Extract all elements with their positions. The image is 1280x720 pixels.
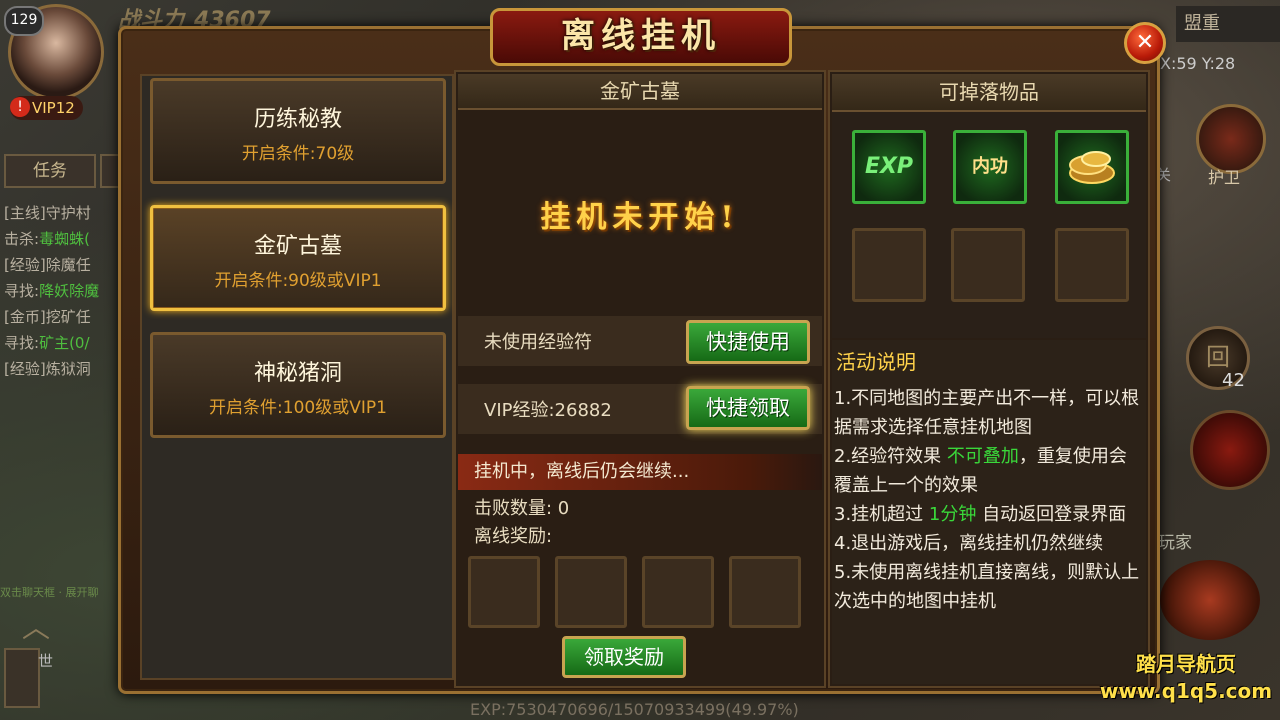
- guard-label: 护卫: [1208, 168, 1241, 187]
- reward-slot[interactable]: [642, 556, 714, 628]
- description-line: 2.经验符效果 不可叠加，重复使用会覆盖上一个的效果: [834, 442, 1140, 500]
- quest-tag: 寻找:: [4, 282, 40, 300]
- quest-line[interactable]: [经验]除魔任: [4, 252, 122, 278]
- description-line: 3.挂机超过 1分钟 自动返回登录界面: [834, 500, 1140, 529]
- description-text: 5.未使用离线挂机直接离线，则默认上次选中的地图中挂机: [834, 562, 1140, 612]
- drop-slot-empty: [951, 228, 1025, 302]
- quest-line[interactable]: [主线]守护村: [4, 200, 122, 226]
- quest-tag: [主线]: [4, 204, 46, 222]
- player-label: 玩家: [1158, 533, 1192, 553]
- kill-count: 击败数量: 0: [474, 498, 570, 519]
- map-name: 神秘猪洞: [253, 361, 342, 386]
- quick-use-button[interactable]: 快捷使用: [686, 320, 810, 364]
- close-x-icon: ✕: [1135, 30, 1155, 55]
- map-unlock-condition: 开启条件:100级或VIP1: [209, 398, 387, 418]
- offline-reward-label: 离线奖励:: [474, 526, 553, 547]
- description-text: 自动返回登录界面: [976, 504, 1127, 525]
- description-highlight: 1分钟: [928, 504, 977, 525]
- alliance-label: 盟重: [1176, 6, 1280, 42]
- description-line: 1.不同地图的主要产出不一样，可以根据需求选择任意挂机地图: [834, 384, 1140, 442]
- quest-tag: [金币]: [4, 308, 46, 326]
- quest-text: 矿主(0/: [39, 334, 90, 352]
- player-level-badge: 129: [4, 6, 44, 36]
- alert-icon: !: [10, 97, 30, 117]
- window-title: 离线挂机: [490, 8, 792, 66]
- exp-charm-label: 未使用经验符: [484, 332, 592, 353]
- attack-orb-icon[interactable]: [1160, 560, 1260, 640]
- skill-orb-icon[interactable]: [1190, 410, 1270, 490]
- drop-slot-empty: [1055, 228, 1129, 302]
- quest-text: 毒蜘蛛(: [39, 230, 90, 248]
- drop-slot-empty: [852, 228, 926, 302]
- chat-hint: 双击聊天框 · 展开聊: [0, 586, 99, 599]
- quest-text: 降妖除魔: [39, 282, 100, 300]
- afk-status-bar: 挂机中，离线后仍会继续...: [458, 454, 822, 490]
- inner-power-icon[interactable]: 内功: [953, 130, 1027, 204]
- exp-bar-text: EXP:7530470696/15070933499(49.97%): [470, 700, 799, 719]
- map-unlock-condition: 开启条件:70级: [241, 144, 355, 164]
- quest-line[interactable]: [经验]炼狱洞: [4, 356, 122, 382]
- description-text: 4.退出游戏后，离线挂机仍然继续: [834, 533, 1104, 554]
- quest-text: 炼狱洞: [45, 360, 91, 378]
- microphone-button[interactable]: [4, 648, 40, 708]
- quick-claim-button[interactable]: 快捷领取: [686, 386, 810, 430]
- claim-reward-button[interactable]: 领取奖励: [562, 636, 686, 678]
- activity-description-title: 活动说明: [836, 350, 916, 374]
- description-highlight: 不可叠加: [946, 446, 1019, 467]
- map-option[interactable]: 金矿古墓开启条件:90级或VIP1: [150, 205, 446, 311]
- quest-line[interactable]: 寻找:矿主(0/: [4, 330, 122, 356]
- quest-tag: 寻找:: [4, 334, 40, 352]
- quest-tag: [经验]: [4, 256, 46, 274]
- quest-line[interactable]: 击杀:毒蜘蛛(: [4, 226, 122, 252]
- quest-tag: [经验]: [4, 360, 46, 378]
- watermark: 踏月导航页 www.q1q5.com: [1096, 648, 1276, 703]
- drops-header: 可掉落物品: [832, 74, 1146, 112]
- quest-text: 挖矿任: [45, 308, 91, 326]
- reward-slot[interactable]: [729, 556, 801, 628]
- quest-text: 守护村: [45, 204, 91, 222]
- activity-description-text: 1.不同地图的主要产出不一样，可以根据需求选择任意挂机地图 2.经验符效果 不可叠…: [834, 384, 1140, 616]
- quest-tag: 击杀:: [4, 230, 40, 248]
- map-option[interactable]: 神秘猪洞开启条件:100级或VIP1: [150, 332, 446, 438]
- afk-not-started-text: 挂机未开始!: [540, 200, 740, 235]
- exp-icon[interactable]: EXP: [852, 130, 926, 204]
- watermark-url: www.q1q5.com: [1099, 679, 1273, 703]
- expand-up-icon[interactable]: ︿: [6, 606, 66, 644]
- world-chat-label: 世: [38, 652, 54, 670]
- map-name: 历练秘教: [253, 107, 342, 132]
- description-text: 1.不同地图的主要产出不一样，可以根据需求选择任意挂机地图: [834, 388, 1140, 438]
- map-unlock-condition: 开启条件:90级或VIP1: [214, 271, 382, 291]
- map-coordinates: X:59 Y:28: [1160, 54, 1236, 73]
- description-text: 3.挂机超过: [834, 504, 929, 525]
- selected-map-header: 金矿古墓: [458, 74, 822, 110]
- close-button[interactable]: ✕: [1124, 22, 1166, 64]
- vip-label: VIP12: [32, 99, 75, 117]
- count-label: 42: [1222, 370, 1245, 391]
- gold-coins-icon[interactable]: [1055, 130, 1129, 204]
- watermark-name: 踏月导航页: [1136, 652, 1236, 676]
- quest-text: 除魔任: [45, 256, 91, 274]
- map-option[interactable]: 历练秘教开启条件:70级: [150, 78, 446, 184]
- description-line: 5.未使用离线挂机直接离线，则默认上次选中的地图中挂机: [834, 558, 1140, 616]
- description-text: 2.经验符效果: [834, 446, 947, 467]
- map-name: 金矿古墓: [253, 234, 342, 259]
- vip-badge[interactable]: ! VIP12: [10, 96, 83, 120]
- reward-slot[interactable]: [468, 556, 540, 628]
- vip-exp-label: VIP经验:26882: [484, 400, 612, 421]
- quest-line[interactable]: 寻找:降妖除魔: [4, 278, 122, 304]
- quest-line[interactable]: [金币]挖矿任: [4, 304, 122, 330]
- reward-slot[interactable]: [555, 556, 627, 628]
- task-tab[interactable]: 任务: [4, 154, 96, 188]
- description-line: 4.退出游戏后，离线挂机仍然继续: [834, 529, 1140, 558]
